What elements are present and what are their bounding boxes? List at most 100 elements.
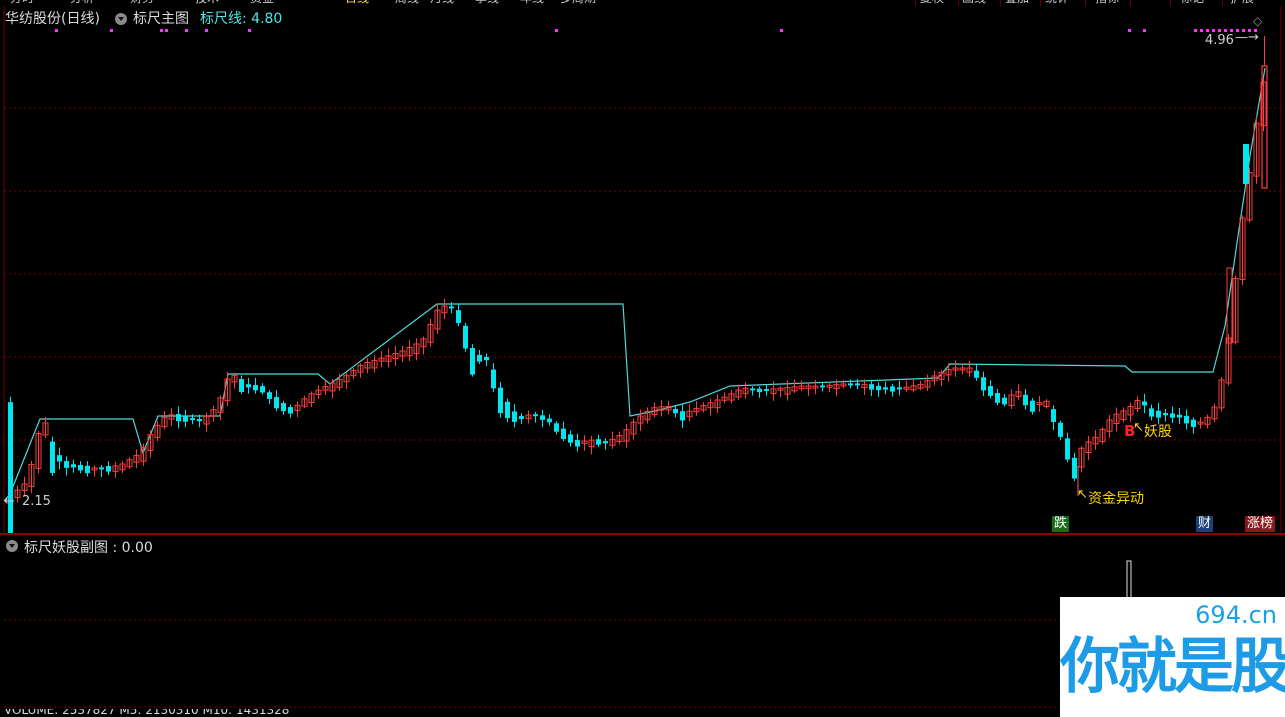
candle-down xyxy=(1177,414,1182,418)
volume-text: VOLUME: 2537827 M5: 2130310 M10: 1431328 xyxy=(4,709,290,717)
toolbar-tab-5[interactable]: 标记 xyxy=(1180,0,1204,5)
candle-down xyxy=(456,310,461,324)
candle-down xyxy=(988,386,993,396)
candle-down xyxy=(1058,422,1063,437)
signal-dot xyxy=(555,29,558,32)
candle-down xyxy=(71,464,76,468)
candle-down xyxy=(757,388,762,393)
candle-down xyxy=(470,348,475,375)
toolbar-tab-2[interactable]: 叠加 xyxy=(1005,0,1029,5)
candle-down xyxy=(498,387,503,414)
tab-2[interactable]: 财务 xyxy=(130,0,154,5)
main-indicator-name[interactable]: 标尺主图 xyxy=(133,10,189,28)
tab-8[interactable]: 季线 xyxy=(475,0,499,5)
tab-6[interactable]: 周线 xyxy=(395,0,419,5)
signal-dot xyxy=(205,29,208,32)
candle-down xyxy=(848,383,853,386)
diamond-icon[interactable]: ◇ xyxy=(1253,14,1262,28)
candle-down xyxy=(512,411,517,422)
tab-4[interactable]: 资金 xyxy=(250,0,274,5)
tab-5[interactable]: 日线 xyxy=(345,0,369,5)
candle-down xyxy=(596,439,601,445)
toolbar-tab-4[interactable]: 指标 xyxy=(1095,0,1119,5)
rise-list-badge[interactable]: 涨榜 xyxy=(1245,516,1276,532)
candle-down xyxy=(764,389,769,391)
candle-down xyxy=(239,379,244,392)
candle-down xyxy=(106,466,111,472)
tab-10[interactable]: 多周期 xyxy=(560,0,596,5)
candle-down xyxy=(1142,401,1147,406)
tab-9[interactable]: 年线 xyxy=(520,0,544,5)
demon-stock-annotation: 妖股 xyxy=(1144,424,1172,440)
candle-down xyxy=(820,385,825,388)
candle-down xyxy=(183,415,188,422)
candle-down xyxy=(1051,409,1056,423)
candle-down xyxy=(1156,410,1161,418)
signal-dot xyxy=(1200,29,1203,32)
low-price-label: 2.15 xyxy=(22,494,51,509)
tab-3[interactable]: 技术 xyxy=(195,0,219,5)
candle-down xyxy=(519,416,524,419)
candle-down xyxy=(561,428,566,439)
candle-down xyxy=(260,386,265,393)
candle-down xyxy=(1163,413,1168,416)
candle-down xyxy=(505,401,510,419)
candle-down xyxy=(274,397,279,409)
tab-1[interactable]: 分析 xyxy=(70,0,94,5)
tab-7[interactable]: 月线 xyxy=(430,0,454,5)
signal-spike xyxy=(1126,560,1132,602)
candle-down xyxy=(533,414,538,417)
toolbar-tab-3[interactable]: 统计 xyxy=(1045,0,1069,5)
candle-down xyxy=(463,325,468,349)
arrow-up-left-icon: ↖ xyxy=(1133,420,1144,435)
finance-badge[interactable]: 财 xyxy=(1196,516,1214,532)
candle-down xyxy=(680,411,685,421)
candle-down xyxy=(57,455,62,462)
candle-down xyxy=(491,369,496,389)
candle-down xyxy=(540,415,545,420)
signal-dot xyxy=(185,29,188,32)
candle-down xyxy=(883,387,888,390)
candle-down xyxy=(190,418,195,421)
candle-down xyxy=(246,384,251,388)
candle-down xyxy=(477,354,482,362)
candle-down xyxy=(1065,438,1070,460)
signal-dot xyxy=(1212,29,1215,32)
signal-dot xyxy=(1218,29,1221,32)
candle-down xyxy=(267,392,272,399)
candle-down xyxy=(197,418,202,422)
volume-indicator-line: VOLUME: 2537827 M5: 2130310 M10: 1431328 xyxy=(0,709,1060,717)
ruler-line xyxy=(3,67,1266,502)
candle-down xyxy=(869,384,874,390)
arrow-left-icon: ← xyxy=(4,494,15,509)
arrow-up-left-icon: ↖ xyxy=(1077,487,1088,502)
toolbar-tab-6[interactable]: 扩展 xyxy=(1230,0,1254,5)
candle-down xyxy=(1023,394,1028,406)
candle-down xyxy=(176,414,181,422)
candle-down xyxy=(8,402,13,533)
candle-down xyxy=(1072,457,1077,479)
candle-down xyxy=(995,393,1000,403)
watermark: 694.cn 你就是股神 xyxy=(1060,597,1285,717)
candle-down xyxy=(554,423,559,432)
candle-down xyxy=(85,465,90,474)
high-price-label: 4.96 xyxy=(1205,33,1234,48)
tab-0[interactable]: 分时 xyxy=(10,0,34,5)
toolbar-tab-0[interactable]: 复权 xyxy=(920,0,944,5)
main-chart-panel: 华纺股份(日线) 标尺主图 标尺线: 4.80 ◇ 4.96 —→ ← 2.15… xyxy=(0,6,1285,533)
candle-down xyxy=(568,434,573,443)
indicator-menu-button[interactable] xyxy=(115,13,127,25)
arrow-right-icon: —→ xyxy=(1235,30,1259,45)
fall-badge[interactable]: 跌 xyxy=(1052,516,1070,532)
candle-down xyxy=(974,370,979,378)
signal-dot xyxy=(55,29,58,32)
candle-down xyxy=(1030,400,1035,412)
candle-down xyxy=(673,408,678,414)
signal-dot xyxy=(1128,29,1131,32)
signal-dot xyxy=(160,29,163,32)
signal-dot xyxy=(780,29,783,32)
candle-down xyxy=(50,441,55,473)
signal-dot xyxy=(1143,29,1146,32)
toolbar-tab-1[interactable]: 画线 xyxy=(962,0,986,5)
candlestick-chart[interactable] xyxy=(0,6,1285,533)
